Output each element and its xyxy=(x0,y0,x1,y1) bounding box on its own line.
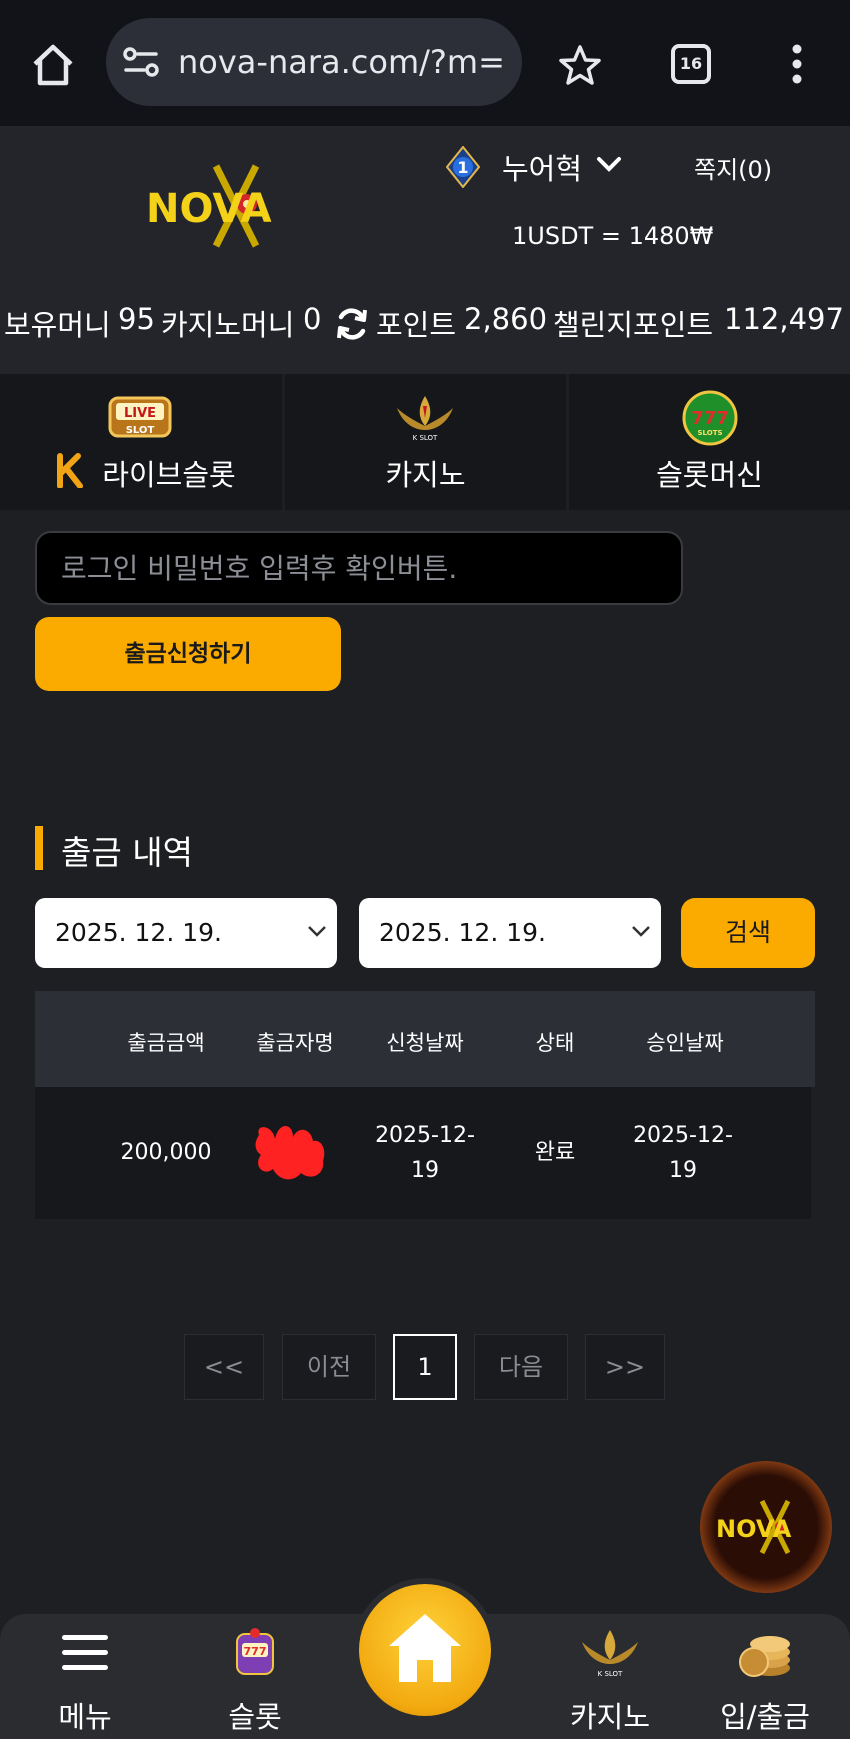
chevron-down-icon[interactable] xyxy=(596,156,622,174)
cell-request-date-line2: 19 xyxy=(411,1158,439,1183)
money-label: 보유머니 xyxy=(4,308,111,342)
cell-amount: 200,000 xyxy=(120,1140,212,1165)
challenge-point-label: 챌린지포인트 xyxy=(553,308,714,342)
column-header-approve-date: 승인날짜 xyxy=(646,1031,724,1055)
tab-switcher-icon[interactable]: 16 xyxy=(671,44,711,84)
hamburger-menu-icon xyxy=(62,1635,108,1670)
svg-text:NOVA: NOVA xyxy=(716,1515,792,1543)
pagination-current-page[interactable]: 1 xyxy=(393,1334,457,1400)
bookmark-star-icon[interactable] xyxy=(558,44,602,86)
svg-text:SLOTS: SLOTS xyxy=(697,429,722,437)
redaction-mark xyxy=(255,1126,325,1180)
category-label-live-slot: 라이브슬롯 xyxy=(102,458,236,492)
svg-text:K SLOT: K SLOT xyxy=(413,434,438,442)
pagination-first[interactable]: << xyxy=(184,1334,264,1400)
category-label-slot-machine: 슬롯머신 xyxy=(656,458,763,492)
nav-banking[interactable]: 입/출금 xyxy=(690,1614,840,1739)
home-button-frame xyxy=(353,1578,497,1722)
messages-link[interactable]: 쪽지(0) xyxy=(694,150,772,185)
point-label: 포인트 xyxy=(376,308,457,342)
table-row: 200,000 2025-12- 19 완료 2025-12- 19 xyxy=(35,1087,811,1219)
nav-casino[interactable]: K SLOT 카지노 xyxy=(542,1614,678,1739)
home-button[interactable] xyxy=(359,1584,491,1716)
casino-money-value: 0 xyxy=(303,302,322,336)
category-tab-casino[interactable]: K SLOT 카지노 xyxy=(285,374,566,510)
category-label-casino: 카지노 xyxy=(385,458,466,492)
nav-casino-label: 카지노 xyxy=(569,1700,651,1734)
search-button[interactable]: 검색 xyxy=(681,898,815,968)
category-tab-live-slot[interactable]: LIVE SLOT 라이브슬롯 xyxy=(0,374,282,510)
column-header-name: 출금자명 xyxy=(256,1031,334,1055)
cell-name-redacted xyxy=(253,1115,331,1185)
live-slot-icon: LIVE SLOT xyxy=(108,396,172,438)
refresh-icon[interactable] xyxy=(334,306,370,342)
svg-text:K SLOT: K SLOT xyxy=(598,1670,623,1678)
money-value: 95 xyxy=(118,302,155,336)
home-icon xyxy=(389,1614,461,1682)
table-header: 출금금액 출금자명 신청날짜 상태 승인날짜 xyxy=(35,991,815,1087)
more-menu-icon[interactable] xyxy=(790,44,804,84)
slot-777-icon: 777 SLOTS xyxy=(682,390,738,446)
home-icon[interactable] xyxy=(30,42,76,88)
nav-slot-label: 슬롯 xyxy=(228,1700,282,1734)
coins-icon xyxy=(739,1636,790,1677)
column-header-status: 상태 xyxy=(535,1031,575,1055)
challenge-point-value: 112,497 xyxy=(724,302,844,336)
date-to-select[interactable]: 2025. 12. 19. xyxy=(359,898,661,968)
cell-approve-date-line1: 2025-12- xyxy=(633,1123,733,1148)
svg-text:777: 777 xyxy=(691,408,729,429)
cell-approve-date: 2025-12- 19 xyxy=(623,1118,743,1188)
nova-logo-mark: NOVA xyxy=(146,164,272,248)
nav-menu-label: 메뉴 xyxy=(58,1700,112,1734)
address-bar[interactable]: nova-nara.com/?m= xyxy=(106,18,522,106)
casino-kslot-icon: K SLOT xyxy=(397,396,453,442)
section-title: 출금 내역 xyxy=(61,833,193,872)
chevron-down-icon xyxy=(308,926,326,937)
nav-slot[interactable]: 777 슬롯 xyxy=(170,1614,340,1739)
url-text: nova-nara.com/?m= xyxy=(178,43,505,81)
chevron-down-icon xyxy=(632,926,650,937)
cell-request-date: 2025-12- 19 xyxy=(365,1118,485,1188)
pagination-last[interactable]: >> xyxy=(585,1334,665,1400)
nav-menu[interactable]: 메뉴 xyxy=(0,1614,170,1739)
category-tab-slot-machine[interactable]: 777 SLOTS 슬롯머신 xyxy=(569,374,850,510)
logo-text: NOVA xyxy=(146,186,272,232)
level-badge-icon: 1 xyxy=(446,146,480,188)
cell-status: 완료 xyxy=(534,1140,576,1165)
level-number: 1 xyxy=(457,158,468,177)
date-from-select[interactable]: 2025. 12. 19. xyxy=(35,898,337,968)
nova-logo[interactable]: NOVA xyxy=(146,156,320,256)
floating-nova-button[interactable]: NOVA xyxy=(700,1461,832,1593)
date-from-value: 2025. 12. 19. xyxy=(55,918,222,947)
column-header-request-date: 신청날짜 xyxy=(386,1031,464,1055)
slot-machine-icon: 777 xyxy=(236,1628,274,1675)
username[interactable]: 누어혁 xyxy=(502,146,582,188)
exchange-rate: 1USDT = 1480₩ xyxy=(512,222,714,250)
casino-kslot-icon: K SLOT xyxy=(582,1630,638,1678)
section-title-bar xyxy=(35,826,43,870)
pagination-prev[interactable]: 이전 xyxy=(282,1334,376,1400)
nav-banking-label: 입/출금 xyxy=(720,1700,810,1734)
pagination-next[interactable]: 다음 xyxy=(474,1334,568,1400)
svg-text:LIVE: LIVE xyxy=(124,406,156,421)
date-to-value: 2025. 12. 19. xyxy=(379,918,546,947)
balance-row: 보유머니 95 카지노머니 0 포인트 2,860 챌린지포인트 112,497 xyxy=(0,302,850,346)
password-input[interactable] xyxy=(35,531,683,605)
svg-text:SLOT: SLOT xyxy=(126,425,155,436)
casino-money-label: 카지노머니 xyxy=(161,308,295,342)
svg-text:777: 777 xyxy=(244,1645,267,1658)
cell-approve-date-line2: 19 xyxy=(669,1158,697,1183)
point-value: 2,860 xyxy=(464,302,548,336)
withdraw-submit-button[interactable]: 출금신청하기 xyxy=(35,617,341,691)
site-settings-icon[interactable] xyxy=(122,46,160,78)
column-header-amount: 출금금액 xyxy=(127,1031,205,1055)
cell-request-date-line1: 2025-12- xyxy=(375,1123,475,1148)
nova-logo-small: NOVA xyxy=(716,1499,792,1555)
browser-toolbar: nova-nara.com/?m= 16 xyxy=(0,0,850,126)
